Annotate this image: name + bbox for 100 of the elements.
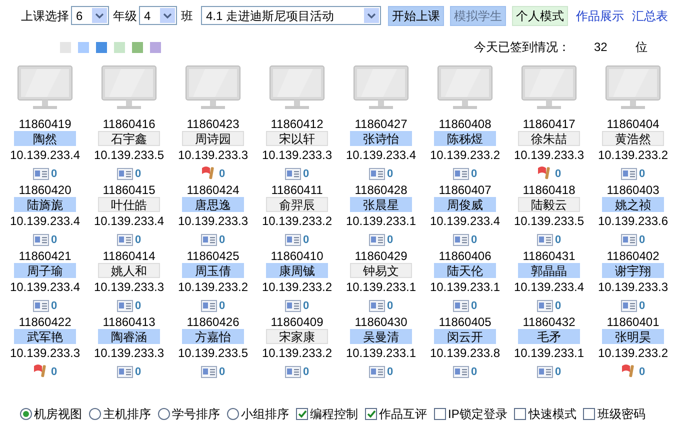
nav-link[interactable]: 汇总表 bbox=[632, 6, 668, 24]
toolbar-button[interactable]: 开始上课 bbox=[388, 6, 444, 26]
option-label: 作品互评 bbox=[379, 406, 427, 423]
student-name[interactable]: 宋家康 bbox=[266, 329, 328, 344]
work-count: 0 bbox=[218, 366, 226, 378]
student-ip: 10.139.233.5 bbox=[94, 147, 164, 163]
work-count: 0 bbox=[554, 168, 562, 180]
student-name[interactable]: 陶然 bbox=[14, 131, 76, 146]
student-id: 11860405 bbox=[438, 315, 492, 329]
work-count: 0 bbox=[134, 234, 142, 246]
student-name[interactable]: 唐思逸 bbox=[182, 197, 244, 212]
student-ip: 10.139.233.1 bbox=[430, 279, 500, 295]
radio-button[interactable] bbox=[227, 408, 239, 420]
option-label: 学号排序 bbox=[172, 406, 220, 423]
checkbox[interactable] bbox=[296, 408, 308, 420]
student-name[interactable]: 陶睿涵 bbox=[98, 329, 160, 344]
student-ip: 10.139.233.4 bbox=[430, 213, 500, 229]
lesson-select[interactable]: 4.1 走进迪斯尼项目活动 bbox=[201, 6, 381, 25]
nav-link[interactable]: 作品展示 bbox=[576, 6, 624, 24]
student-id: 11860427 bbox=[354, 117, 408, 131]
work-count: 0 bbox=[50, 168, 58, 180]
student-name[interactable]: 陆毅云 bbox=[518, 197, 580, 212]
work-count: 0 bbox=[302, 234, 310, 246]
student-name[interactable]: 武军艳 bbox=[14, 329, 76, 344]
student-id: 11860410 bbox=[270, 249, 324, 263]
student-name[interactable]: 周诗园 bbox=[182, 131, 244, 146]
option-label: 主机排序 bbox=[103, 406, 151, 423]
student-ip: 10.139.233.4 bbox=[10, 147, 80, 163]
student-name[interactable]: 闵云开 bbox=[434, 329, 496, 344]
student-id: 11860429 bbox=[354, 249, 408, 263]
work-count: 0 bbox=[218, 234, 226, 246]
student-id: 11860417 bbox=[522, 117, 576, 131]
student-ip: 10.139.233.2 bbox=[178, 279, 248, 295]
student-ip: 10.139.233.4 bbox=[10, 213, 80, 229]
checkbox[interactable] bbox=[365, 408, 377, 420]
student-name[interactable]: 黄浩然 bbox=[602, 131, 664, 146]
student-id: 11860411 bbox=[271, 183, 323, 197]
student-ip: 10.139.233.3 bbox=[598, 279, 668, 295]
student-name[interactable]: 宋以轩 bbox=[266, 131, 328, 146]
work-count: 0 bbox=[218, 168, 226, 180]
class-unit-label: 班 bbox=[181, 8, 193, 24]
student-ip: 10.139.233.2 bbox=[430, 147, 500, 163]
signin-label: 今天已签到情况： bbox=[474, 39, 570, 56]
student-ip: 10.139.233.5 bbox=[514, 213, 584, 229]
radio-button[interactable] bbox=[89, 408, 101, 420]
class-select[interactable]: 4 bbox=[139, 6, 177, 25]
work-count: 0 bbox=[638, 300, 646, 312]
student-name[interactable]: 陈秭煜 bbox=[434, 131, 496, 146]
student-name[interactable]: 俞羿辰 bbox=[266, 197, 328, 212]
student-id: 11860409 bbox=[270, 315, 324, 329]
student-ip: 10.139.233.2 bbox=[262, 345, 332, 361]
student-ip: 10.139.233.6 bbox=[598, 213, 668, 229]
student-name[interactable]: 徐朱喆 bbox=[518, 131, 580, 146]
student-name[interactable]: 康周铖 bbox=[266, 263, 328, 278]
student-name[interactable]: 石宇鑫 bbox=[98, 131, 160, 146]
student-name[interactable]: 谢宇翔 bbox=[602, 263, 664, 278]
option-label: 编程控制 bbox=[310, 406, 358, 423]
work-count: 0 bbox=[638, 168, 646, 180]
student-id: 11860423 bbox=[186, 117, 240, 131]
work-count: 0 bbox=[134, 168, 142, 180]
grade-select[interactable]: 6 bbox=[71, 6, 109, 25]
option-label: 机房视图 bbox=[34, 406, 82, 423]
student-id: 11860413 bbox=[102, 315, 156, 329]
student-name[interactable]: 钟易文 bbox=[350, 263, 412, 278]
student-ip: 10.139.233.4 bbox=[10, 279, 80, 295]
student-name[interactable]: 吴曼清 bbox=[350, 329, 412, 344]
student-name[interactable]: 周玉倩 bbox=[182, 263, 244, 278]
student-name[interactable]: 张明昊 bbox=[602, 329, 664, 344]
student-ip: 10.139.233.4 bbox=[94, 213, 164, 229]
toolbar-button[interactable]: 个人模式 bbox=[512, 6, 568, 26]
student-ip: 10.139.233.2 bbox=[262, 213, 332, 229]
checkbox[interactable] bbox=[434, 408, 446, 420]
student-ip: 10.139.233.3 bbox=[10, 345, 80, 361]
student-name[interactable]: 张诗怡 bbox=[350, 131, 412, 146]
work-count: 0 bbox=[302, 168, 310, 180]
student-name[interactable]: 方嘉怡 bbox=[182, 329, 244, 344]
work-count: 0 bbox=[134, 300, 142, 312]
student-name[interactable]: 张晨星 bbox=[350, 197, 412, 212]
radio-button[interactable] bbox=[158, 408, 170, 420]
student-name[interactable]: 姚人和 bbox=[98, 263, 160, 278]
radio-button[interactable] bbox=[20, 408, 32, 420]
student-name[interactable]: 陆天伦 bbox=[434, 263, 496, 278]
student-name[interactable]: 周子瑜 bbox=[14, 263, 76, 278]
student-name[interactable]: 毛矛 bbox=[518, 329, 580, 344]
student-name[interactable]: 周俊威 bbox=[434, 197, 496, 212]
student-name[interactable]: 叶仕皓 bbox=[98, 197, 160, 212]
student-ip: 10.139.233.3 bbox=[178, 213, 248, 229]
work-count: 0 bbox=[554, 234, 562, 246]
checkbox[interactable] bbox=[583, 408, 596, 420]
student-id: 11860408 bbox=[438, 117, 492, 131]
checkbox[interactable] bbox=[514, 408, 526, 420]
student-id: 11860421 bbox=[18, 249, 72, 263]
student-name[interactable]: 郭晶晶 bbox=[518, 263, 580, 278]
student-ip: 10.139.233.2 bbox=[262, 279, 332, 295]
student-ip: 10.139.233.3 bbox=[94, 279, 164, 295]
student-name[interactable]: 姚之祯 bbox=[602, 197, 664, 212]
student-ip: 10.139.233.1 bbox=[346, 345, 416, 361]
work-count: 0 bbox=[218, 300, 226, 312]
student-name[interactable]: 陆旖旎 bbox=[14, 197, 76, 212]
student-ip: 10.139.233.5 bbox=[178, 345, 248, 361]
